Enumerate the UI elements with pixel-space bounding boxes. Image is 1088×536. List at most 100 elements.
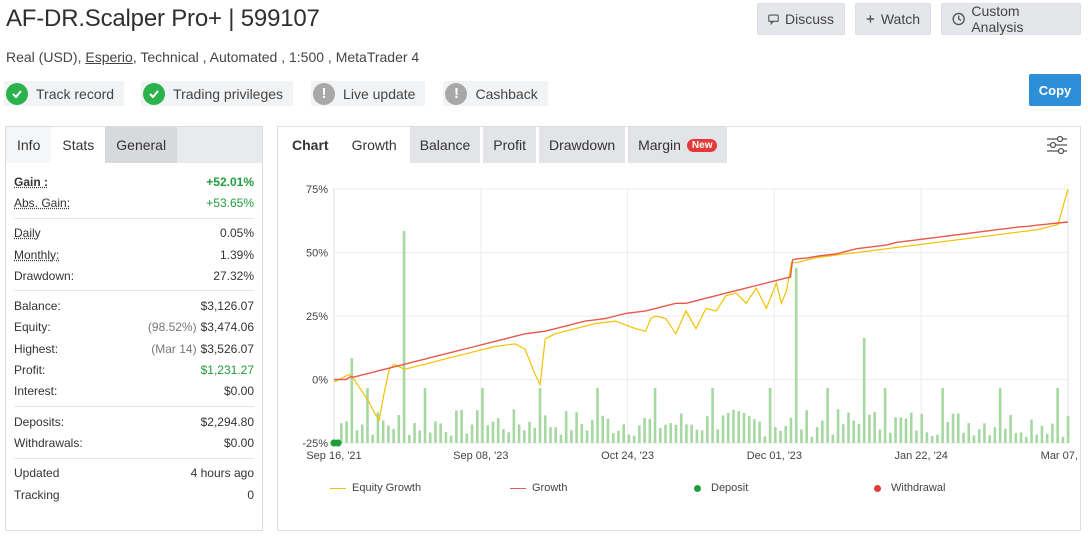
copy-button[interactable]: Copy <box>1029 74 1081 106</box>
tab-growth[interactable]: Growth <box>341 127 407 163</box>
watch-button[interactable]: Watch <box>855 3 931 35</box>
activity-bar <box>512 409 516 443</box>
activity-bar <box>648 418 652 443</box>
clock-icon <box>952 12 965 26</box>
activity-bar <box>1030 419 1033 443</box>
activity-bar <box>1066 415 1070 443</box>
tab-margin[interactable]: Margin New <box>628 127 728 163</box>
stat-deposits: Deposits: $2,294.80 <box>14 414 254 429</box>
activity-bar <box>575 412 578 443</box>
activity-bar <box>732 409 735 443</box>
activity-bar <box>841 424 845 443</box>
tab-profit[interactable]: Profit <box>483 127 536 163</box>
activity-bar <box>596 388 599 443</box>
activity-bar <box>737 411 740 443</box>
activity-bar <box>439 423 442 443</box>
activity-bar <box>428 432 432 443</box>
activity-bar <box>925 432 929 443</box>
activity-bar <box>894 417 897 443</box>
activity-bar <box>564 411 568 443</box>
activity-bar <box>983 423 986 443</box>
activity-bar <box>554 427 558 443</box>
activity-bar <box>700 430 704 443</box>
activity-bar <box>800 429 803 443</box>
stat-equity: Equity: (98.52%) $3,474.06 <box>14 320 254 335</box>
activity-bar <box>742 412 746 443</box>
tab-chart[interactable]: Chart <box>278 127 339 163</box>
activity-bar <box>674 424 678 443</box>
x-tick-label: Oct 24, '23 <box>601 450 654 462</box>
stat-daily: Daily 0.05% <box>14 226 254 241</box>
activity-bar <box>826 388 829 443</box>
activity-bar <box>763 436 767 443</box>
activity-bar <box>533 427 537 443</box>
y-tick-label: -25% <box>302 438 328 450</box>
activity-bar <box>1040 425 1044 443</box>
activity-bar <box>496 418 500 443</box>
activity-bar <box>899 417 903 443</box>
account-subtitle: Real (USD), Esperio, Technical , Automat… <box>6 49 419 65</box>
activity-bar <box>889 432 892 443</box>
activity-bar <box>360 424 364 443</box>
tab-balance[interactable]: Balance <box>409 127 481 163</box>
activity-bar <box>392 429 395 443</box>
stat-abs-gain: Abs. Gain: +53.65% <box>14 195 254 210</box>
activity-bar <box>528 421 531 443</box>
discuss-button[interactable]: Discuss <box>757 3 845 35</box>
custom-analysis-button[interactable]: Custom Analysis <box>941 3 1081 35</box>
activity-bar <box>716 429 720 443</box>
activity-bar <box>972 435 976 443</box>
filter-settings-icon[interactable] <box>1046 135 1068 155</box>
activity-bar <box>758 421 761 443</box>
account-type: Real (USD), <box>6 49 82 65</box>
activity-bar <box>617 430 620 443</box>
activity-bar <box>967 423 971 443</box>
activity-bar <box>936 434 939 443</box>
activity-bar <box>1045 433 1049 443</box>
tab-stats[interactable]: Stats <box>51 127 106 163</box>
activity-bar <box>690 424 693 443</box>
activity-bar <box>408 434 411 443</box>
activity-bar <box>810 436 814 443</box>
tab-drawdown[interactable]: Drawdown <box>538 127 626 163</box>
activity-bar <box>491 421 495 443</box>
activity-bar <box>695 429 699 443</box>
activity-bar <box>1004 428 1007 443</box>
activity-bar <box>470 424 474 443</box>
activity-bar <box>1024 436 1028 443</box>
activity-bar <box>1061 436 1065 443</box>
activity-bar <box>371 434 375 443</box>
activity-bar <box>753 419 756 443</box>
activity-bar <box>706 416 709 443</box>
activity-bar <box>873 411 876 443</box>
activity-bar <box>638 425 641 443</box>
stat-updated: Updated 4 hours ago <box>14 466 254 481</box>
activity-bar <box>549 427 552 443</box>
activity-bar <box>789 417 793 443</box>
exclamation-icon: ! <box>313 82 336 105</box>
activity-bar <box>915 430 918 443</box>
activity-bar <box>591 420 594 443</box>
activity-bar <box>852 420 856 443</box>
tab-info[interactable]: Info <box>6 127 52 163</box>
activity-bar <box>570 430 573 443</box>
activity-bar <box>831 434 835 443</box>
y-tick-label: 25% <box>306 311 328 323</box>
legend-deposit: Deposit <box>694 482 748 494</box>
activity-bar <box>993 427 997 443</box>
activity-bar <box>1056 388 1059 443</box>
activity-bar <box>679 413 683 443</box>
check-icon <box>6 82 28 105</box>
activity-bar <box>486 425 490 443</box>
stats-tabs: Info Stats General <box>6 127 262 163</box>
activity-bar <box>868 414 871 443</box>
broker-link[interactable]: Esperio <box>85 49 132 65</box>
tab-general[interactable]: General <box>105 127 178 163</box>
activity-bar <box>988 435 991 443</box>
activity-bar <box>669 423 673 443</box>
growth-chart: -25% 0% 25% 50% 75% Sep 16, '21 Sep 08, '23 Oct… <box>302 184 1080 462</box>
activity-bar <box>779 430 782 443</box>
x-tick-label: Sep 16, '21 <box>306 450 361 462</box>
activity-bar <box>956 413 960 443</box>
activity-bar <box>622 424 625 443</box>
